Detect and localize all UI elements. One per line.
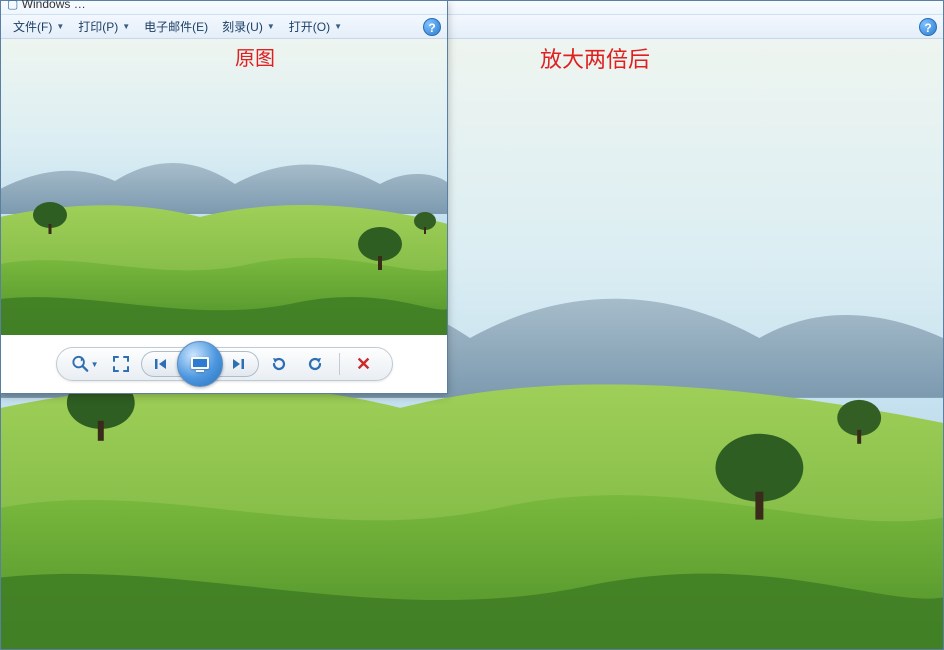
rotate-cw-button[interactable] xyxy=(301,350,329,378)
menu-email-label: 电子邮件(E) xyxy=(144,18,208,35)
chevron-down-icon: ▼ xyxy=(334,22,342,31)
menu-file-label: 文件(F) xyxy=(13,18,52,35)
zoom-button[interactable]: ▼ xyxy=(71,350,99,378)
menubar: 文件(F) ▼ 打印(P) ▼ 电子邮件(E) 刻录(U) ▼ 打开(O) ▼ … xyxy=(1,15,447,39)
fit-to-screen-button[interactable] xyxy=(107,350,135,378)
next-button[interactable] xyxy=(219,351,259,377)
menu-burn[interactable]: 刻录(U) ▼ xyxy=(218,18,279,35)
help-icon[interactable]: ? xyxy=(423,18,441,36)
nav-cluster xyxy=(141,347,259,381)
fit-to-screen-icon xyxy=(112,355,130,373)
image-canvas-original[interactable] xyxy=(1,39,447,335)
menu-print[interactable]: 打印(P) ▼ xyxy=(74,18,134,35)
chevron-down-icon: ▼ xyxy=(267,22,275,31)
landscape-image-original xyxy=(1,39,447,335)
menu-file[interactable]: 文件(F) ▼ xyxy=(9,18,68,35)
photo-viewer-window-original: ▢ Windows … 文件(F) ▼ 打印(P) ▼ 电子邮件(E) 刻录(U… xyxy=(0,0,448,394)
control-pill: ▼ xyxy=(56,347,393,381)
magnifier-icon xyxy=(71,354,90,374)
chevron-down-icon: ▼ xyxy=(56,22,64,31)
previous-button[interactable] xyxy=(141,351,181,377)
chevron-down-icon: ▼ xyxy=(122,22,130,31)
rotate-cw-icon xyxy=(306,355,324,373)
menu-open[interactable]: 打开(O) ▼ xyxy=(285,18,346,35)
chevron-down-icon: ▼ xyxy=(91,360,99,369)
menu-burn-label: 刻录(U) xyxy=(222,18,263,35)
menu-print-label: 打印(P) xyxy=(78,18,118,35)
help-icon[interactable]: ? xyxy=(919,18,937,36)
previous-icon xyxy=(153,357,169,371)
menu-email[interactable]: 电子邮件(E) xyxy=(140,18,212,35)
menu-open-label: 打开(O) xyxy=(289,18,330,35)
viewer-controlbar: ▼ xyxy=(1,335,447,393)
window-title: ▢ Windows … xyxy=(7,0,86,11)
titlebar[interactable]: ▢ Windows … xyxy=(1,1,447,15)
delete-icon: ✕ xyxy=(356,354,371,375)
slideshow-button[interactable] xyxy=(177,341,223,387)
slideshow-icon xyxy=(189,355,211,373)
delete-button[interactable]: ✕ xyxy=(350,350,378,378)
rotate-ccw-button[interactable] xyxy=(265,350,293,378)
separator xyxy=(339,353,340,375)
next-icon xyxy=(230,357,246,371)
rotate-ccw-icon xyxy=(270,355,288,373)
